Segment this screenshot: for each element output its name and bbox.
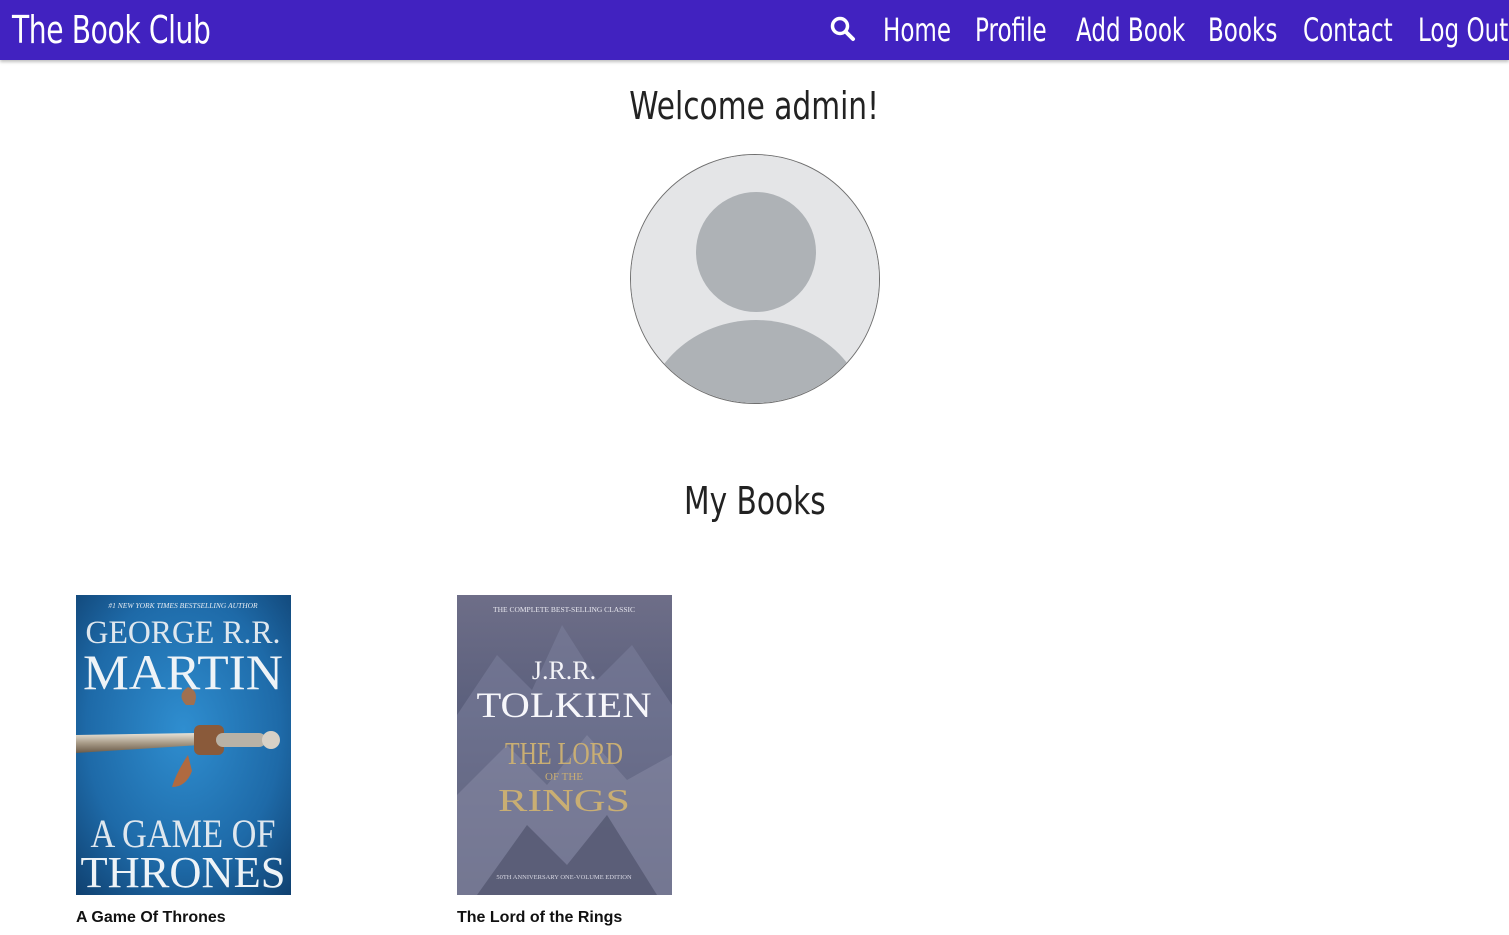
cover-author-first: J.R.R. xyxy=(532,656,596,685)
cover-footer: 50TH ANNIVERSARY ONE-VOLUME EDITION xyxy=(496,874,632,881)
nav-link-log-out[interactable]: Log Out xyxy=(1418,8,1508,52)
cover-tagline: THE COMPLETE BEST-SELLING CLASSIC xyxy=(493,605,635,614)
top-navbar: The Book Club Home Profile Add Book Book… xyxy=(0,0,1509,60)
book-title[interactable]: A Game Of Thrones xyxy=(76,909,306,927)
search-icon[interactable] xyxy=(829,15,857,43)
cover-title-bottom: RINGS xyxy=(498,782,630,818)
cover-title-top: THE LORD xyxy=(505,735,623,771)
welcome-heading: Welcome admin! xyxy=(0,82,1509,130)
nav-link-profile[interactable]: Profile xyxy=(975,8,1047,52)
cover-author-last: TOLKIEN xyxy=(477,685,652,725)
book-title[interactable]: The Lord of the Rings xyxy=(457,909,687,927)
book-card-lord-of-the-rings[interactable]: THE COMPLETE BEST-SELLING CLASSIC J.R.R.… xyxy=(457,595,687,927)
brand-logo[interactable]: The Book Club xyxy=(12,8,211,52)
my-books-text: My Books xyxy=(683,479,826,523)
nav-link-home[interactable]: Home xyxy=(883,8,951,52)
cover-author-last: MARTIN xyxy=(83,644,283,700)
book-card-game-of-thrones[interactable]: #1 NEW YORK TIMES BESTSELLING AUTHOR GEO… xyxy=(76,595,306,927)
default-user-avatar-icon xyxy=(631,155,879,403)
nav-link-books[interactable]: Books xyxy=(1208,8,1277,52)
cover-tagline: #1 NEW YORK TIMES BESTSELLING AUTHOR xyxy=(108,601,258,610)
nav-link-add-book[interactable]: Add Book xyxy=(1076,8,1185,52)
my-books-heading: My Books xyxy=(0,477,1509,525)
nav-link-contact[interactable]: Contact xyxy=(1303,8,1393,52)
cover-title-bottom: THRONES xyxy=(81,848,286,895)
avatar xyxy=(630,154,880,404)
welcome-text: Welcome admin! xyxy=(629,84,880,128)
book-cover-image[interactable]: #1 NEW YORK TIMES BESTSELLING AUTHOR GEO… xyxy=(76,595,291,895)
book-cover-image[interactable]: THE COMPLETE BEST-SELLING CLASSIC J.R.R.… xyxy=(457,595,672,895)
